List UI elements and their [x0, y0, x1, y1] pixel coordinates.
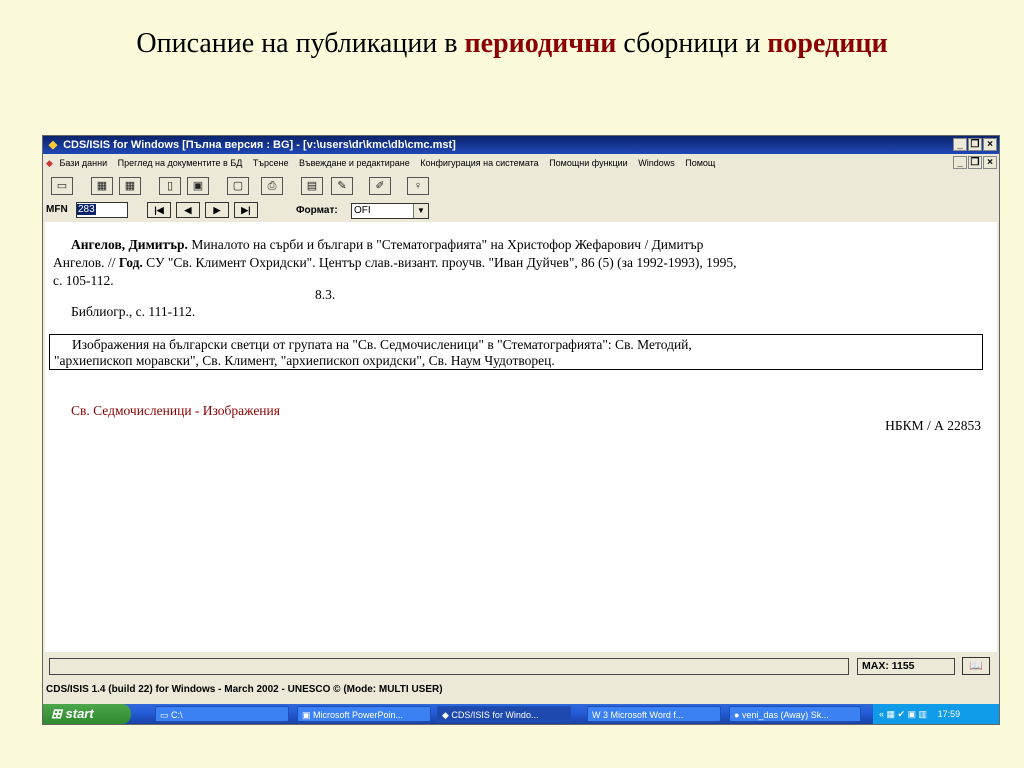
- window-titlebar[interactable]: ◆ CDS/ISIS for Windows [Пълна версия : B…: [43, 136, 999, 154]
- clipboard-icon[interactable]: ▯: [159, 177, 181, 195]
- format-label: Формат:: [296, 205, 338, 216]
- status-field: [49, 658, 849, 675]
- record-subject: Св. Седмочисленици - Изображения: [71, 403, 280, 418]
- first-record-icon[interactable]: |◀: [147, 202, 171, 218]
- minimize-button[interactable]: _: [953, 138, 967, 151]
- task-word[interactable]: W 3 Microsoft Word f...: [587, 706, 721, 722]
- record-location: НБКМ / А 22853: [885, 418, 981, 433]
- record-display: Ангелов, Димитър. Миналото на сърби и бъ…: [45, 222, 997, 652]
- powerpoint-icon: ▣: [302, 710, 314, 720]
- doc-close-button[interactable]: ×: [983, 156, 997, 169]
- next-record-icon[interactable]: ▶: [205, 202, 229, 218]
- menu-bar: ◆ Бази данни Преглед на документите в БД…: [43, 155, 999, 171]
- mfn-label: MFN: [46, 204, 68, 215]
- system-tray: « ▦ ✔ ▣ ▥ 17:59: [873, 704, 999, 724]
- edit-record-icon[interactable]: ✎: [331, 177, 353, 195]
- task-cds-isis[interactable]: ◆ CDS/ISIS for Windo...: [437, 706, 571, 722]
- windows-taskbar: ⊞ start ▭ C:\ ▣ Microsoft PowerPoin... ◆…: [43, 704, 999, 724]
- record-god: Год.: [118, 255, 143, 270]
- skype-icon: ●: [734, 710, 742, 720]
- menu-search[interactable]: Търсене: [253, 158, 289, 168]
- start-label: start: [65, 706, 94, 721]
- print-text-icon[interactable]: ▦: [91, 177, 113, 195]
- record-line2a: Ангелов. //: [53, 255, 119, 270]
- menu-edit[interactable]: Въвеждане и редактиране: [299, 158, 410, 168]
- start-button[interactable]: ⊞ start: [43, 704, 131, 724]
- word-icon: W: [592, 710, 603, 720]
- book-icon[interactable]: 📖: [962, 657, 990, 675]
- pencil-icon[interactable]: ✐: [369, 177, 391, 195]
- cds-isis-icon: ◆: [442, 710, 452, 720]
- record-line2b: СУ "Св. Климент Охридски". Център слав.-…: [142, 255, 737, 270]
- print-rtf-icon[interactable]: ▦: [119, 177, 141, 195]
- window-title: CDS/ISIS for Windows [Пълна версия : BG]…: [63, 139, 456, 151]
- close-button[interactable]: ×: [983, 138, 997, 151]
- menu-windows[interactable]: Windows: [638, 158, 675, 168]
- format-value: OFI: [354, 205, 371, 216]
- record-pages: с. 105-112.: [53, 273, 114, 288]
- last-record-icon[interactable]: ▶|: [234, 202, 258, 218]
- task-explorer[interactable]: ▭ C:\: [155, 706, 289, 722]
- title-highlight-series: поредици: [767, 28, 888, 59]
- clock: 17:59: [937, 709, 961, 719]
- record-description: Ангелов, Димитър. Миналото на сърби и бъ…: [53, 236, 983, 290]
- lightbulb-icon[interactable]: ♀: [407, 177, 429, 195]
- mfn-value: 283: [77, 204, 96, 215]
- window-icon[interactable]: ▤: [301, 177, 323, 195]
- record-udc: 8.3.: [315, 287, 336, 302]
- task-powerpoint[interactable]: ▣ Microsoft PowerPoin...: [297, 706, 431, 722]
- task-skype[interactable]: ● veni_das (Away) Sk...: [729, 706, 861, 722]
- copy-records-icon[interactable]: ▣: [187, 177, 209, 195]
- tray-icons[interactable]: « ▦ ✔ ▣ ▥: [879, 709, 927, 719]
- app-icon: ◆: [48, 139, 58, 151]
- record-note: Изображения на български светци от група…: [49, 334, 983, 370]
- printer-icon[interactable]: ⎙: [261, 177, 283, 195]
- navigation-bar: MFN 283 |◀ ◀ ▶ ▶| Формат: OFI ▼: [43, 200, 999, 220]
- menu-databases[interactable]: Бази данни: [59, 158, 107, 168]
- windows-logo-icon: ⊞: [51, 706, 66, 721]
- doc-restore-button[interactable]: ❐: [968, 156, 982, 169]
- restore-button[interactable]: ❐: [968, 138, 982, 151]
- note-line-2: "архиепископ моравски", Св. Климент, "ар…: [54, 353, 555, 368]
- slide-title: Описание на публикации в периодични сбор…: [0, 28, 1024, 60]
- menu-browse[interactable]: Преглед на документите в БД: [118, 158, 243, 168]
- preview-icon[interactable]: ▢: [227, 177, 249, 195]
- max-mfn-field: MAX: 1155: [857, 658, 955, 675]
- doc-icon: ◆: [46, 158, 53, 168]
- mfn-input[interactable]: 283: [76, 202, 128, 218]
- title-text-2: сборници и: [616, 28, 768, 59]
- title-text-1: Описание на публикации в: [136, 28, 465, 59]
- menu-help[interactable]: Помощ: [685, 158, 715, 168]
- record-title: Миналото на сърби и българи в "Стематогр…: [187, 237, 704, 252]
- menu-utilities[interactable]: Помощни функции: [549, 158, 628, 168]
- record-bibliography: Библиогр., с. 111-112.: [71, 304, 196, 319]
- toolbar: ▭ ▦ ▦ ▯ ▣ ▢ ⎙ ▤ ✎ ✐ ♀: [43, 174, 999, 200]
- menu-config[interactable]: Конфигурация на системата: [420, 158, 538, 168]
- status-row: MAX: 1155 📖: [45, 656, 997, 678]
- folder-icon: ▭: [160, 710, 172, 720]
- cds-isis-window: ◆ CDS/ISIS for Windows [Пълна версия : B…: [42, 135, 1000, 725]
- record-author: Ангелов, Димитър.: [71, 237, 188, 252]
- format-select[interactable]: OFI ▼: [351, 203, 429, 219]
- title-highlight-periodical: периодични: [464, 28, 617, 59]
- chevron-down-icon[interactable]: ▼: [413, 204, 428, 218]
- previous-record-icon[interactable]: ◀: [176, 202, 200, 218]
- app-status-bar: CDS/ISIS 1.4 (build 22) for Windows - Ma…: [46, 684, 443, 695]
- note-line-1: Изображения на български светци от група…: [72, 337, 692, 352]
- doc-minimize-button[interactable]: _: [953, 156, 967, 169]
- open-folder-icon[interactable]: ▭: [51, 177, 73, 195]
